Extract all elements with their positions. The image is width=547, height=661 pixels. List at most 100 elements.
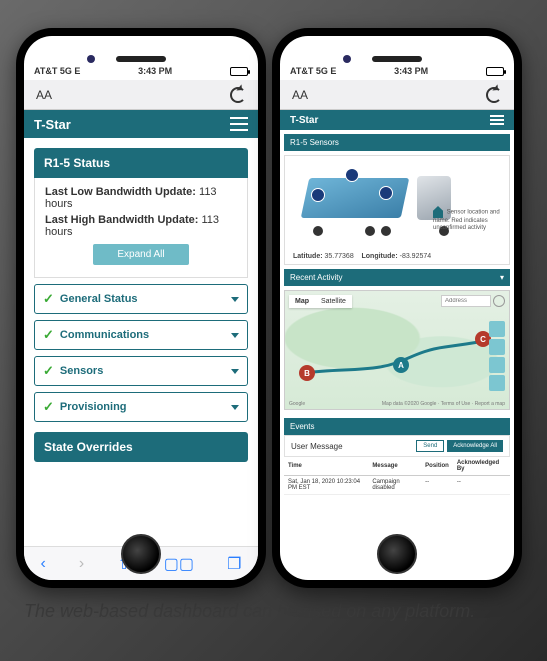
- accordion-provisioning[interactable]: ✓ Provisioning: [34, 392, 248, 422]
- map[interactable]: B A C MapSatellite: [284, 290, 510, 410]
- bookmarks-icon[interactable]: ▢▢: [164, 554, 194, 574]
- battery-icon: [486, 67, 504, 76]
- chevron-down-icon: [231, 369, 239, 374]
- sensors-header: R1-5 Sensors: [284, 134, 510, 151]
- sensor-marker[interactable]: [345, 168, 359, 182]
- tabs-icon[interactable]: ❐: [227, 554, 241, 574]
- recent-activity-header[interactable]: Recent Activity ▾: [284, 269, 510, 286]
- chevron-down-icon: [231, 405, 239, 410]
- ack-all-button[interactable]: Acknowledge All: [447, 440, 503, 452]
- state-overrides-header[interactable]: State Overrides: [34, 432, 248, 462]
- back-button[interactable]: ‹: [41, 555, 46, 573]
- safari-toolbar: AA: [280, 80, 514, 110]
- app-bar: T-Star: [24, 110, 258, 138]
- expand-all-button[interactable]: Expand All: [93, 244, 188, 265]
- app-bar: T-Star: [280, 110, 514, 130]
- col-time: Time: [284, 457, 368, 476]
- route-line: [285, 291, 510, 410]
- high-bw-label: Last High Bandwidth Update:: [45, 214, 198, 226]
- chevron-down-icon: [231, 297, 239, 302]
- lon-label: Longitude:: [362, 253, 398, 260]
- safari-toolbar: AA: [24, 80, 258, 110]
- check-icon: ✓: [43, 399, 54, 415]
- accordion-communications[interactable]: ✓ Communications: [34, 320, 248, 350]
- chevron-down-icon: ▾: [500, 273, 504, 282]
- sensor-marker[interactable]: [311, 188, 325, 202]
- cell-message: Campaign disabled: [368, 476, 421, 495]
- phone-mockup-right: AT&T 5G E 3:43 PM AA T-Star R1-5 Sensors: [272, 28, 522, 588]
- events-header: Events: [284, 418, 510, 435]
- phone-camera: [343, 55, 351, 63]
- table-header-row: Time Message Position Acknowledged By: [284, 457, 510, 476]
- tab-satellite[interactable]: Satellite: [315, 295, 352, 308]
- status-panel: Last Low Bandwidth Update: 113 hours Las…: [34, 178, 248, 278]
- user-message-label: User Message: [291, 442, 343, 451]
- check-icon: ✓: [43, 291, 54, 307]
- sensors-title: R1-5 Sensors: [290, 138, 339, 147]
- map-search: [441, 295, 505, 307]
- app-title: T-Star: [34, 117, 71, 132]
- map-controls: [489, 321, 505, 391]
- sensor-legend: Sensor location and name. Red indicates …: [433, 206, 503, 232]
- accordion-general-status[interactable]: ✓ General Status: [34, 284, 248, 314]
- address-input[interactable]: [441, 295, 491, 307]
- tab-map[interactable]: Map: [289, 295, 315, 308]
- cell-ack: --: [453, 476, 510, 495]
- legend-text: Sensor location and name. Red indicates …: [433, 210, 500, 232]
- map-type-tabs[interactable]: MapSatellite: [289, 295, 352, 308]
- center-icon[interactable]: [489, 339, 505, 355]
- lat-label: Latitude:: [293, 253, 323, 260]
- accordion-sensors[interactable]: ✓ Sensors: [34, 356, 248, 386]
- hamburger-icon[interactable]: [490, 115, 504, 125]
- clock-label: 3:43 PM: [394, 66, 428, 76]
- home-button[interactable]: [377, 534, 417, 574]
- user-message-row: User Message Send Acknowledge All: [284, 435, 510, 457]
- text-size-button[interactable]: AA: [292, 88, 308, 102]
- hamburger-icon[interactable]: [230, 117, 248, 131]
- carrier-label: AT&T 5G E: [290, 66, 336, 76]
- map-attribution: Google Map data ©2020 Google · Terms of …: [289, 401, 505, 407]
- app-title: T-Star: [290, 115, 318, 126]
- table-row[interactable]: Sat, Jan 18, 2020 10:23:04 PM EST Campai…: [284, 476, 510, 495]
- reload-icon[interactable]: [486, 87, 502, 103]
- info-icon[interactable]: [489, 375, 505, 391]
- low-bw-label: Last Low Bandwidth Update:: [45, 186, 196, 198]
- reload-icon[interactable]: [230, 87, 246, 103]
- cell-time: Sat, Jan 18, 2020 10:23:04 PM EST: [284, 476, 368, 495]
- cell-position: --: [421, 476, 453, 495]
- status-panel-title: R1-5 Status: [34, 148, 248, 178]
- check-icon: ✓: [43, 327, 54, 343]
- phone-camera: [87, 55, 95, 63]
- chevron-down-icon: [231, 333, 239, 338]
- lon-value: -83.92574: [400, 253, 432, 260]
- accordion-label: General Status: [60, 293, 138, 305]
- text-size-button[interactable]: AA: [36, 88, 52, 102]
- send-button[interactable]: Send: [416, 440, 444, 452]
- night-icon[interactable]: [489, 357, 505, 373]
- sensor-marker[interactable]: [379, 186, 393, 200]
- col-ack: Acknowledged By: [453, 457, 510, 476]
- recent-title: Recent Activity: [290, 273, 342, 282]
- map-pin-b[interactable]: B: [299, 365, 315, 381]
- phone-speaker: [116, 56, 166, 62]
- figure-caption: The web-based dashboard can be used on a…: [0, 588, 547, 623]
- search-icon[interactable]: [493, 295, 505, 307]
- accordion-label: Communications: [60, 329, 149, 341]
- accordion-label: Sensors: [60, 365, 103, 377]
- home-button[interactable]: [121, 534, 161, 574]
- col-message: Message: [368, 457, 421, 476]
- battery-icon: [230, 67, 248, 76]
- col-position: Position: [421, 457, 453, 476]
- accordion-label: Provisioning: [60, 401, 127, 413]
- forward-button[interactable]: ›: [79, 555, 84, 573]
- sensors-diagram: Sensor location and name. Red indicates …: [284, 155, 510, 265]
- events-table: Time Message Position Acknowledged By Sa…: [284, 457, 510, 495]
- map-pin-a[interactable]: A: [393, 357, 409, 373]
- phone-mockup-left: AT&T 5G E 3:43 PM AA T-Star R1-5 Status …: [16, 28, 266, 588]
- coordinates: Latitude: 35.77368 Longitude: -83.92574: [287, 251, 437, 262]
- layers-icon[interactable]: [489, 321, 505, 337]
- phone-speaker: [372, 56, 422, 62]
- check-icon: ✓: [43, 363, 54, 379]
- carrier-label: AT&T 5G E: [34, 66, 80, 76]
- shield-icon: [433, 206, 443, 218]
